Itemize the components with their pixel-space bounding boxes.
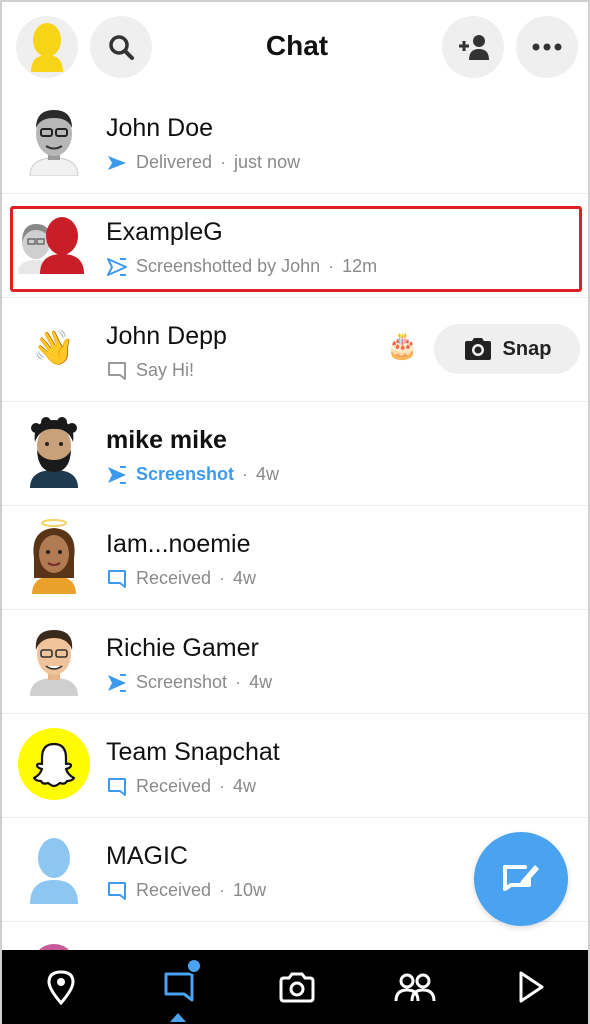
status-time: 10w (233, 880, 267, 900)
status-text: Say Hi! (136, 360, 195, 380)
status-time: 4w (256, 464, 280, 484)
chat-row-john-doe[interactable]: John Doe Delivered · just now (2, 90, 588, 194)
chat-status: Delivered · just now (106, 152, 300, 173)
friends-icon (394, 973, 436, 1002)
nav-friends[interactable] (392, 964, 438, 1010)
avatar (18, 104, 90, 176)
camera-icon (279, 972, 315, 1003)
avatar (18, 832, 90, 904)
screenshot-filled-icon (106, 465, 128, 485)
chat-row-mike-mike[interactable]: mike mike Screenshot · 4w (2, 402, 588, 506)
compose-icon (503, 865, 539, 891)
chat-name: MAGIC (106, 842, 188, 870)
nav-discover[interactable] (508, 964, 554, 1010)
birthday-cake-icon: 🎂 (386, 330, 419, 360)
chat-status: Screenshot · 4w (106, 464, 279, 485)
status-text: Screenshot (136, 672, 228, 692)
nav-chat[interactable] (156, 958, 202, 1010)
status-text: Delivered (136, 152, 213, 172)
play-icon (519, 971, 544, 1003)
chat-icon (164, 972, 194, 1002)
chat-bubble-icon (106, 569, 128, 589)
chat-name: Team Snapchat (106, 738, 280, 766)
more-button[interactable] (516, 16, 578, 78)
selection-highlight (10, 206, 582, 292)
snapchat-logo-avatar (18, 728, 90, 800)
status-text: Received (136, 568, 212, 588)
add-friend-icon (459, 35, 489, 60)
camera-icon (464, 338, 491, 360)
header: Chat (2, 2, 588, 94)
chat-bubble-outline-icon (106, 361, 128, 381)
status-time: just now (234, 152, 301, 172)
chat-bubble-icon (106, 881, 128, 901)
avatar (18, 519, 90, 594)
chat-status: Screenshot · 4w (106, 672, 272, 693)
status-text: Received (136, 880, 212, 900)
chat-row-john-depp[interactable]: 👋 John Depp Say Hi! 🎂 Snap (2, 298, 588, 402)
chat-row-team-snapchat[interactable]: Team Snapchat Received · 4w (2, 714, 588, 818)
avatar (18, 416, 90, 488)
delivered-arrow-icon (106, 153, 128, 173)
active-tab-indicator (170, 1013, 186, 1022)
status-text: Screenshot (136, 464, 235, 484)
snap-button[interactable]: Snap (434, 324, 580, 374)
nav-map[interactable] (38, 964, 84, 1010)
nav-camera[interactable] (274, 964, 320, 1010)
status-time: 4w (233, 568, 257, 588)
chat-row-iam-noemie[interactable]: Iam...noemie Received · 4w (2, 506, 588, 610)
chat-screen: Chat John Doe Delivered · just now Examp… (0, 0, 590, 1024)
more-icon (532, 43, 562, 51)
status-time: 4w (233, 776, 257, 796)
wave-emoji-avatar: 👋 (32, 329, 76, 367)
map-pin-icon (47, 970, 75, 1005)
bottom-nav (2, 950, 588, 1024)
status-time: 4w (249, 672, 273, 692)
new-chat-button[interactable] (474, 832, 568, 926)
add-friend-button[interactable] (442, 16, 504, 78)
chat-status: Received · 4w (106, 568, 256, 589)
chat-status: Received · 10w (106, 880, 266, 901)
chat-row-richie-gamer[interactable]: Richie Gamer Screenshot · 4w (2, 610, 588, 714)
screenshot-filled-icon (106, 673, 128, 693)
avatar (18, 624, 90, 696)
chat-name: Iam...noemie (106, 530, 251, 558)
chat-status: Received · 4w (106, 776, 256, 797)
unread-dot (186, 958, 202, 974)
chat-bubble-icon (106, 777, 128, 797)
chat-status: Say Hi! (106, 360, 194, 381)
snap-button-label: Snap (502, 337, 552, 360)
status-text: Received (136, 776, 212, 796)
chat-name: Richie Gamer (106, 634, 259, 662)
chat-name: John Doe (106, 114, 214, 142)
chat-name: John Depp (106, 322, 227, 350)
chat-name: mike mike (106, 426, 227, 454)
